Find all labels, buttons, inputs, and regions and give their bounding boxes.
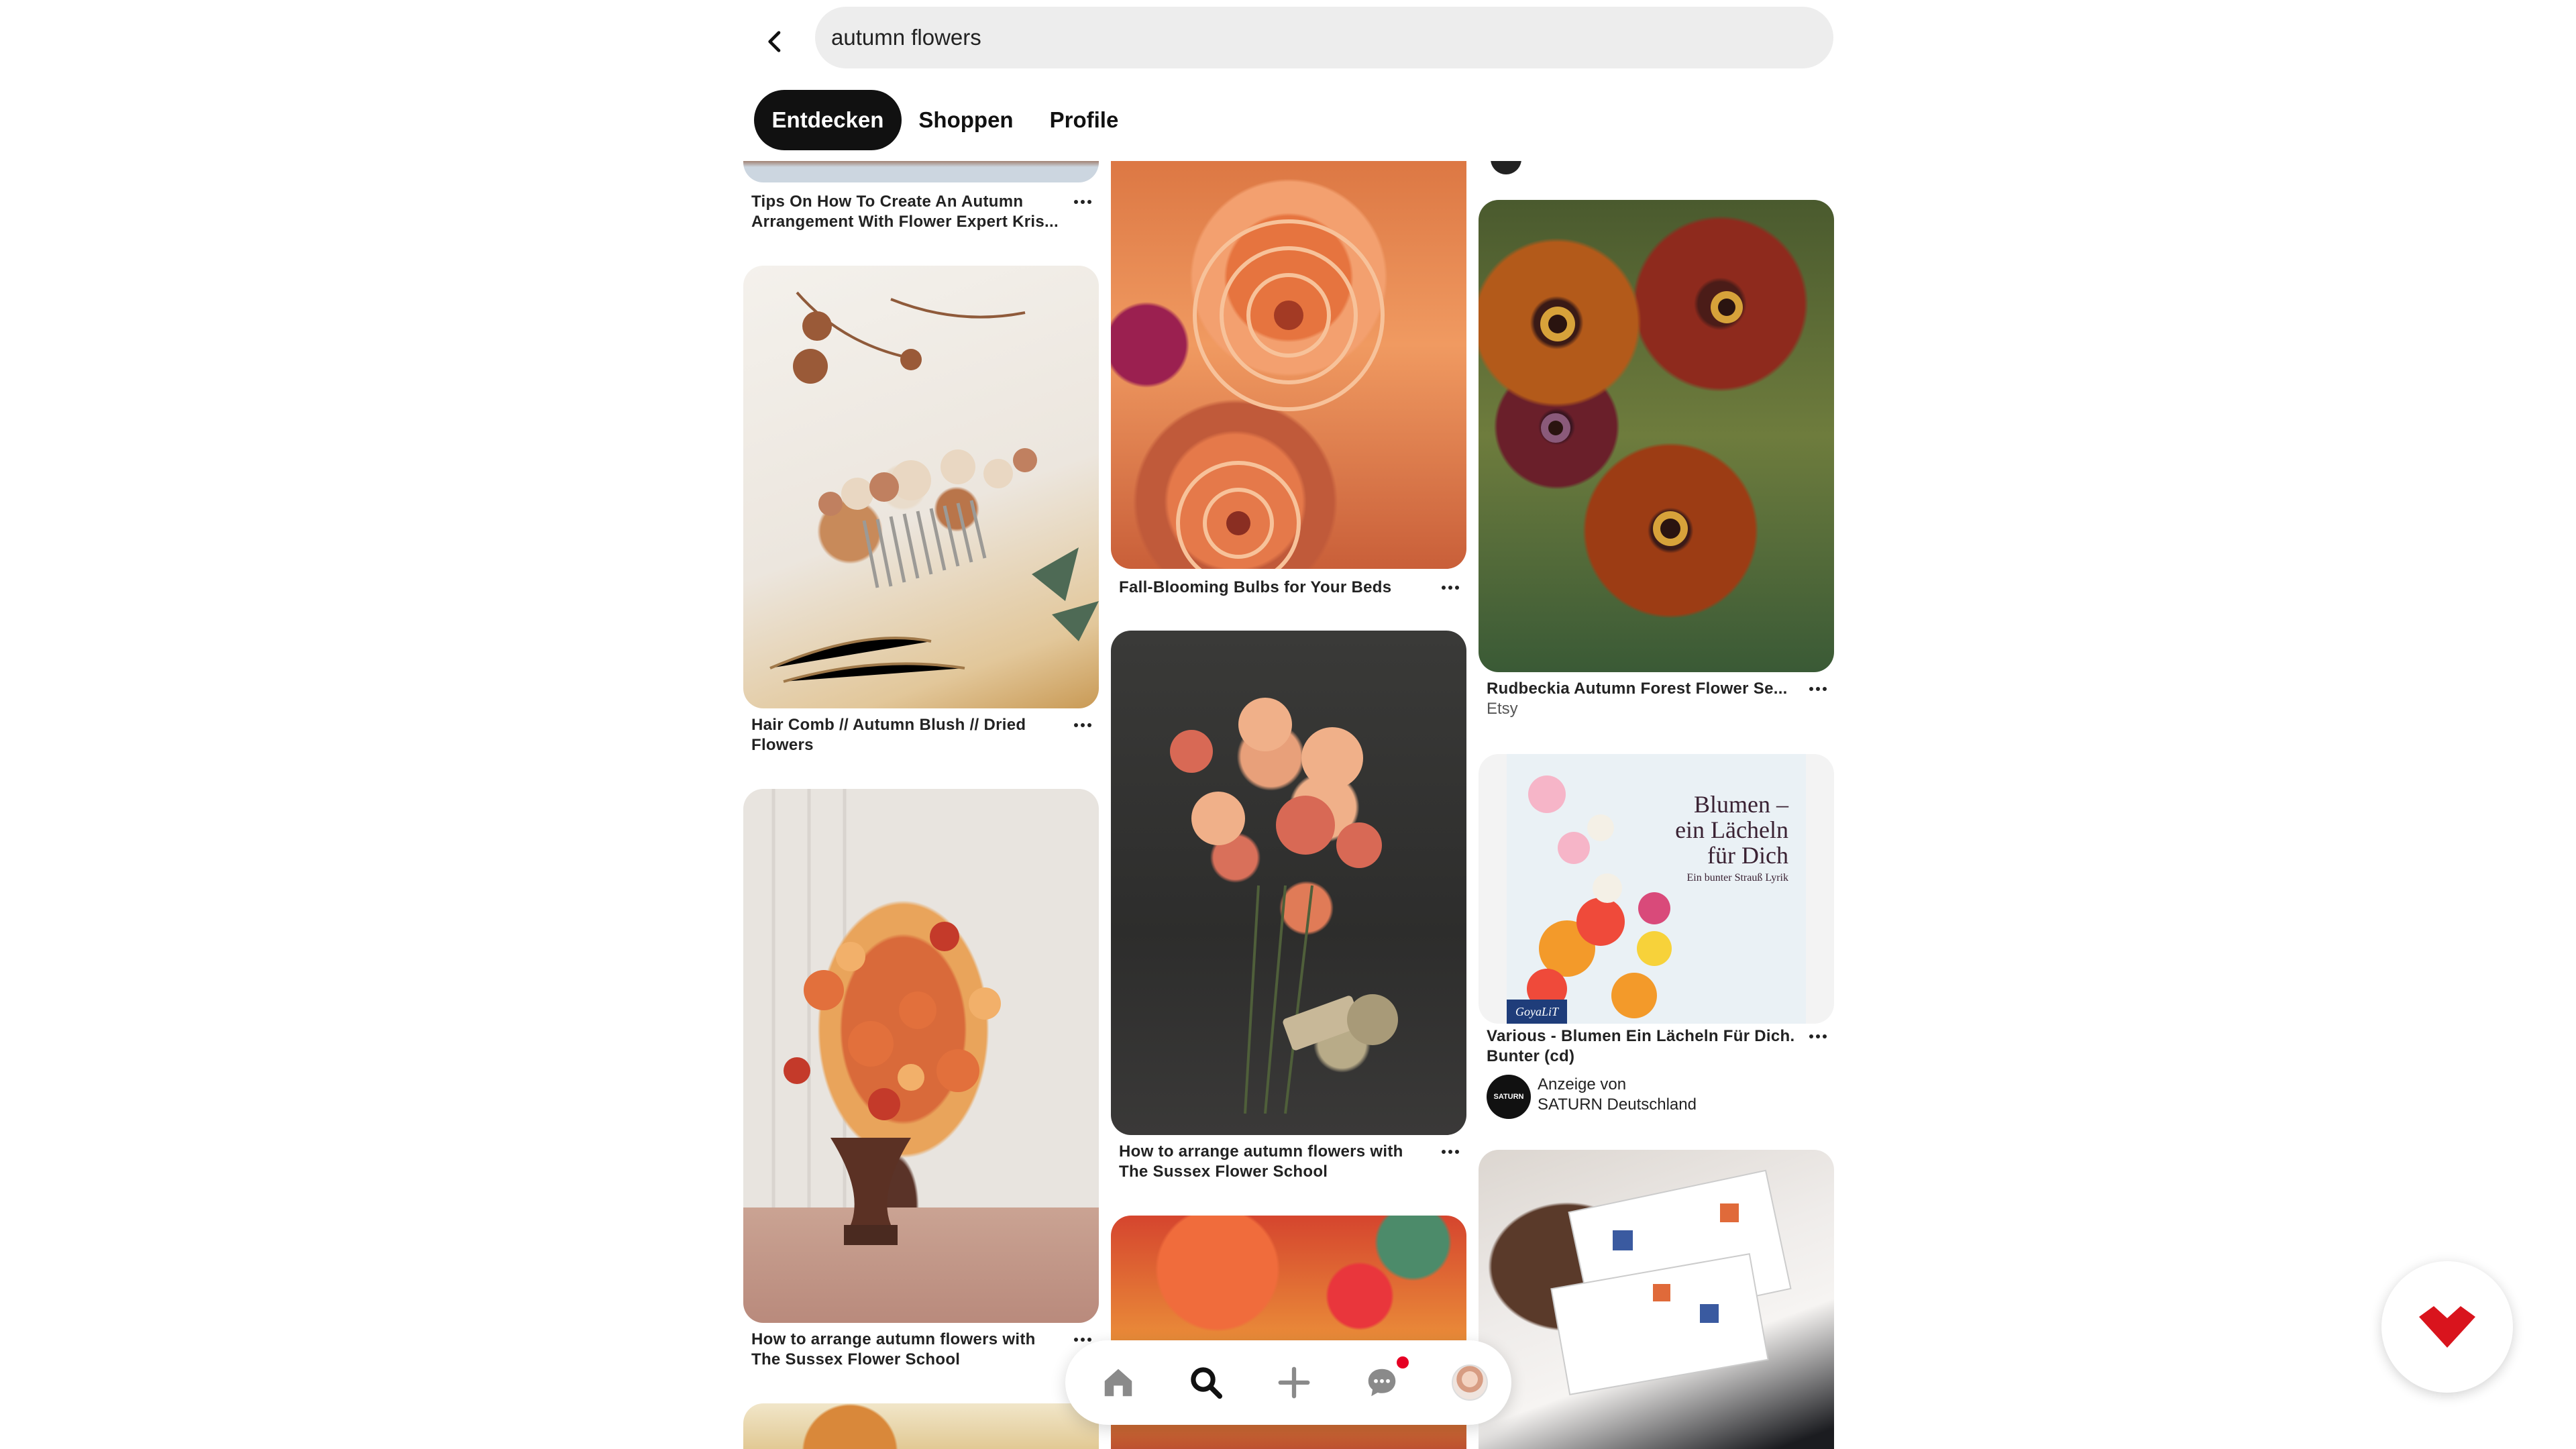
back-button[interactable] [749, 15, 802, 68]
pin-image-chrysanthemum[interactable] [1111, 161, 1466, 569]
search-bar[interactable] [815, 7, 1833, 68]
book-title-line3: für Dich [1707, 842, 1788, 869]
book-title-line1: Blumen – [1694, 791, 1788, 818]
floating-brand-button[interactable] [2381, 1261, 2513, 1393]
pin-image[interactable] [743, 1403, 1099, 1449]
pin-title: Hair Comb // Autumn Blush // Dried Flowe… [751, 716, 1026, 754]
pin-image-rudbeckia[interactable] [1479, 200, 1834, 672]
heart-logo-icon [2419, 1306, 2475, 1348]
notification-dot [1397, 1356, 1409, 1368]
search-icon [1191, 1367, 1223, 1399]
tab-shoppen[interactable]: Shoppen [912, 90, 1020, 150]
tab-profile[interactable]: Profile [1038, 90, 1130, 150]
nav-create[interactable] [1269, 1357, 1320, 1408]
rudbeckia-illustration [1540, 291, 1743, 546]
pin-feed: Tips On How To Create An Autumn Arrangem… [0, 161, 2576, 1449]
more-options-button[interactable] [1437, 1142, 1464, 1162]
more-options-button[interactable] [1069, 192, 1096, 212]
pin-title: Fall-Blooming Bulbs for Your Beds [1119, 578, 1392, 596]
advertiser-avatar[interactable]: SATURN [1487, 1075, 1531, 1119]
book-title-line2: ein Lächeln [1675, 816, 1788, 843]
more-options-button[interactable] [1069, 715, 1096, 735]
book-subtitle: Ein bunter Strauß Lyrik [1686, 872, 1788, 883]
urn-illustration [784, 922, 1001, 1245]
nav-home[interactable] [1093, 1357, 1144, 1408]
avatar [1452, 1364, 1488, 1401]
pin-title: How to arrange autumn flowers with The S… [1119, 1142, 1403, 1181]
publisher-logo: GoyaLiT [1507, 1000, 1567, 1024]
comb-illustration [769, 291, 1099, 683]
home-icon [1104, 1368, 1132, 1397]
more-options-button[interactable] [1437, 578, 1464, 598]
advertiser-name[interactable]: SATURN Deutschland [1538, 1095, 1697, 1115]
pin-title: Rudbeckia Autumn Forest Flower Se... [1487, 680, 1788, 698]
pin-image-hair-comb[interactable] [743, 266, 1099, 708]
pin-image-dahlia-bouquet[interactable] [1111, 631, 1466, 1135]
pin-title: Various - Blumen Ein Lächeln Für Dich. B… [1487, 1027, 1795, 1065]
nav-profile[interactable] [1444, 1357, 1495, 1408]
chat-icon [1368, 1368, 1396, 1397]
pin-image-book-cover[interactable]: Blumen – ein Lächeln für Dich Ein bunter… [1479, 754, 1834, 1024]
more-options-button[interactable] [1805, 1026, 1831, 1046]
pin-image[interactable] [743, 161, 1099, 182]
book-cover: Blumen – ein Lächeln für Dich Ein bunter… [1507, 754, 1806, 1024]
avatar[interactable] [1491, 161, 1521, 174]
tab-entdecken[interactable]: Entdecken [754, 90, 902, 150]
pin-image-urn-arrangement[interactable] [743, 789, 1099, 1323]
nav-search[interactable] [1181, 1357, 1232, 1408]
pin-title: How to arrange autumn flowers with The S… [751, 1330, 1036, 1368]
pin-title: Tips On How To Create An Autumn Arrangem… [751, 193, 1059, 231]
pin-image[interactable] [1479, 1150, 1834, 1449]
more-options-button[interactable] [1805, 679, 1831, 699]
plus-icon [1278, 1366, 1310, 1399]
dahlia-bouquet-illustration [1170, 698, 1398, 1114]
bottom-navigation [1065, 1340, 1511, 1425]
drawing-illustration [1550, 1169, 1792, 1395]
search-input[interactable] [831, 25, 1833, 50]
ad-label: Anzeige von [1538, 1075, 1627, 1093]
chevron-left-icon [768, 31, 781, 52]
pin-source: Etsy [1487, 700, 1518, 718]
chrysanthemum-illustration [1176, 219, 1385, 569]
